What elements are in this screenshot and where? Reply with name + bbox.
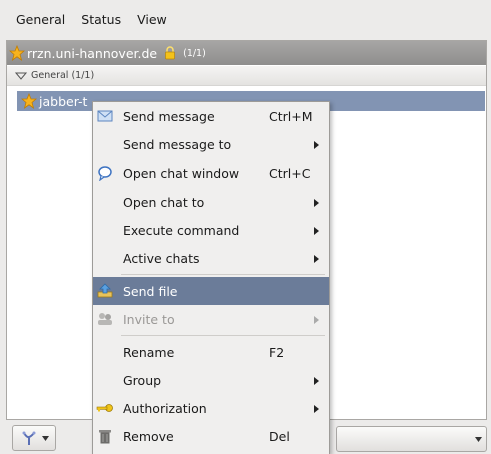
menu-item-shortcut: Del — [269, 428, 290, 444]
upload-icon — [97, 283, 113, 298]
menu-item-send-file[interactable]: Send file — [93, 277, 329, 305]
group-icon — [98, 313, 112, 325]
menu-view[interactable]: View — [129, 12, 175, 27]
menu-general[interactable]: General — [8, 12, 73, 27]
menu-item-label: Open chat to — [123, 194, 205, 210]
menu-item-label: Send file — [123, 283, 178, 299]
menu-item-open-chat-window[interactable]: Open chat window Ctrl+C — [93, 159, 329, 187]
submenu-arrow-icon — [314, 316, 319, 324]
menu-item-shortcut: Ctrl+M — [269, 108, 313, 124]
submenu-arrow-icon — [314, 377, 319, 385]
menu-item-send-message-to[interactable]: Send message to — [93, 130, 329, 158]
status-combo[interactable] — [336, 426, 487, 452]
submenu-arrow-icon — [314, 141, 319, 149]
key-icon — [96, 404, 113, 412]
account-name: rrzn.uni-hannover.de — [27, 45, 158, 61]
submenu-arrow-icon — [314, 199, 319, 207]
menubar: General Status View — [0, 0, 491, 38]
chat-bubble-icon — [98, 166, 112, 181]
lock-icon — [165, 46, 175, 60]
menu-item-rename[interactable]: Rename F2 — [93, 338, 329, 366]
menu-item-remove[interactable]: Remove Del — [93, 422, 329, 450]
menu-item-invite-to[interactable]: Invite to — [93, 305, 329, 333]
submenu-arrow-icon — [314, 405, 319, 413]
menu-status[interactable]: Status — [73, 12, 129, 27]
menu-item-active-chats[interactable]: Active chats — [93, 244, 329, 272]
menu-item-execute-command[interactable]: Execute command — [93, 216, 329, 244]
menu-item-group[interactable]: Group — [93, 366, 329, 394]
menu-item-send-message[interactable]: Send message Ctrl+M — [93, 102, 329, 130]
contact-name: jabber-t — [39, 93, 88, 109]
star-icon — [21, 93, 37, 109]
star-icon — [9, 45, 25, 61]
triangle-down-icon[interactable] — [15, 72, 27, 80]
menu-separator — [121, 274, 325, 275]
menu-item-label: Rename — [123, 344, 175, 360]
menu-item-label: Authorization — [123, 400, 207, 416]
chevron-down-icon — [41, 435, 49, 441]
menu-separator — [121, 335, 325, 336]
tool-menu-button[interactable] — [12, 425, 56, 451]
menu-item-label: Send message to — [123, 136, 232, 152]
chevron-down-icon — [475, 437, 482, 442]
menu-item-authorization[interactable]: Authorization — [93, 394, 329, 422]
menu-item-label: Active chats — [123, 250, 200, 266]
group-row[interactable]: General (1/1) — [7, 66, 486, 86]
menu-item-shortcut: F2 — [269, 344, 285, 360]
submenu-arrow-icon — [314, 255, 319, 263]
account-row[interactable]: rrzn.uni-hannover.de (1/1) — [7, 41, 486, 65]
group-name: General (1/1) — [31, 70, 95, 81]
menu-item-shortcut: Ctrl+C — [269, 165, 311, 181]
account-count: (1/1) — [183, 47, 206, 59]
menu-item-label: Invite to — [123, 311, 175, 327]
menu-item-label: Group — [123, 372, 162, 388]
menu-item-open-chat-to[interactable]: Open chat to — [93, 188, 329, 216]
submenu-arrow-icon — [314, 227, 319, 235]
trash-icon — [99, 430, 111, 444]
menu-item-label: Send message — [123, 108, 215, 124]
menu-item-label: Remove — [123, 428, 174, 444]
envelope-icon — [97, 110, 113, 122]
contact-context-menu: Send message Ctrl+M Send message to Open… — [92, 101, 330, 454]
psi-tool-icon — [22, 431, 35, 445]
menu-item-label: Execute command — [123, 222, 240, 238]
menu-item-label: Open chat window — [123, 165, 240, 181]
